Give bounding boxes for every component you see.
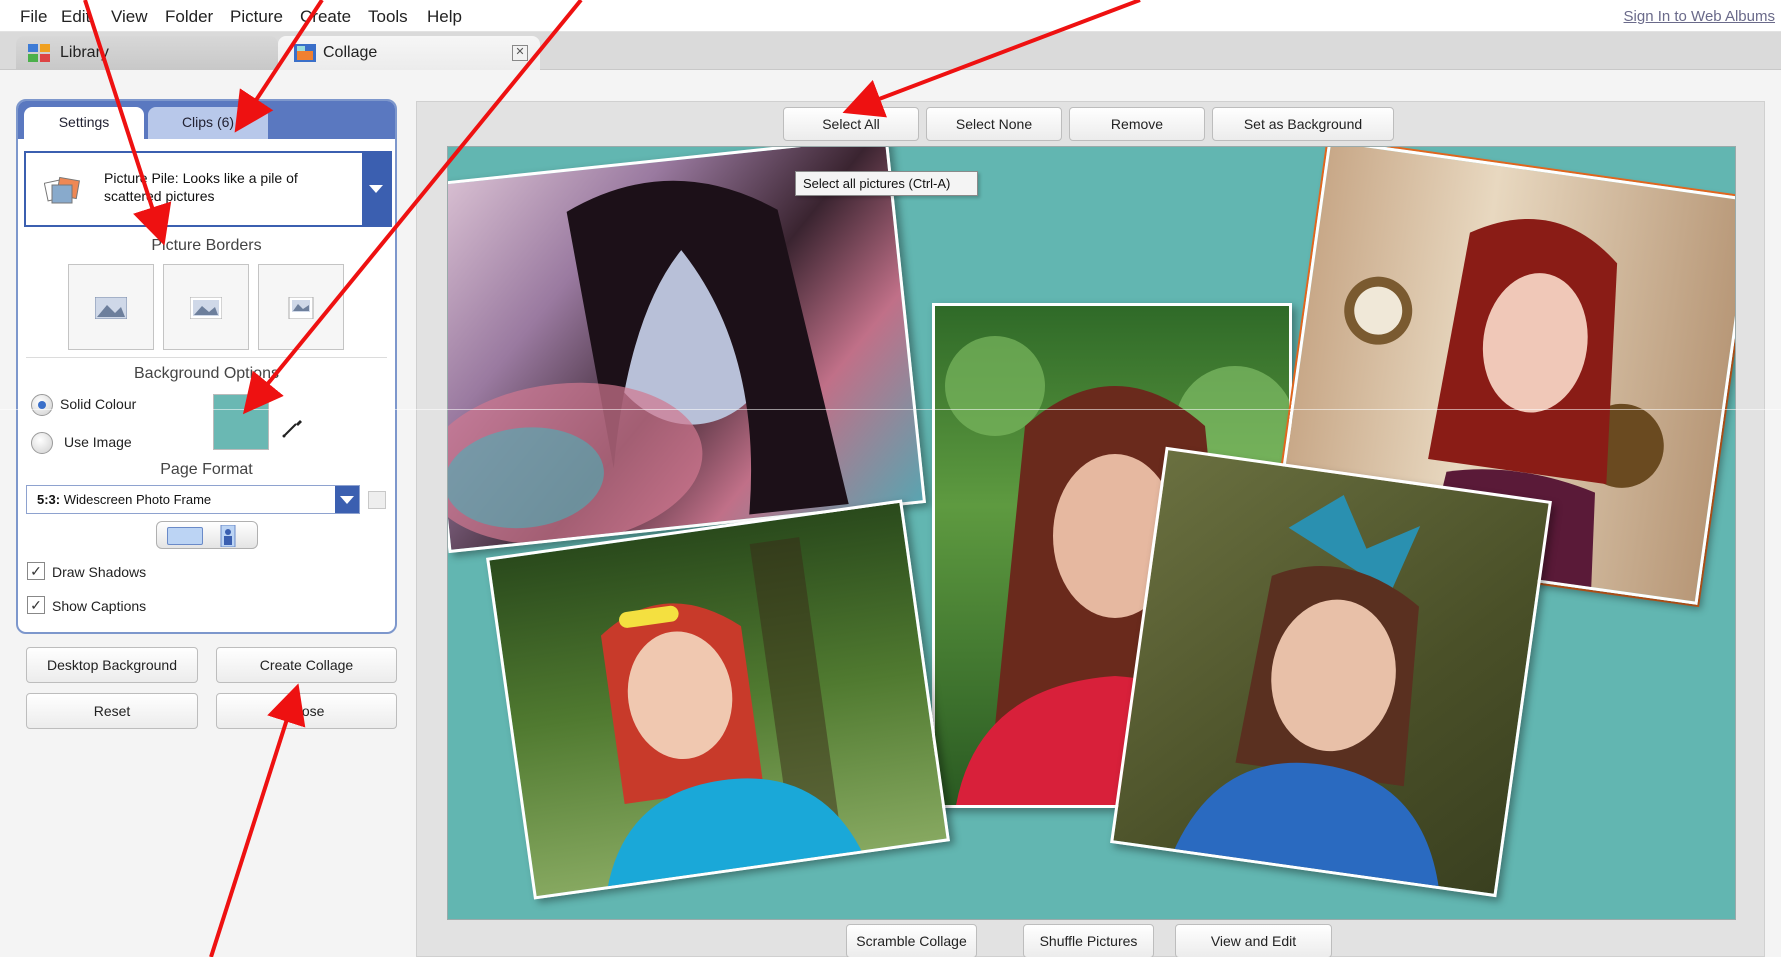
select-all-button[interactable]: Select All	[783, 107, 919, 141]
landscape-thumbnail-icon	[190, 297, 222, 319]
tab-collage[interactable]: Collage ✕	[278, 36, 540, 70]
show-captions-label: Show Captions	[52, 598, 147, 614]
tab-library-label: Library	[60, 44, 109, 61]
solid-colour-radio[interactable]	[31, 394, 53, 416]
library-icon	[28, 44, 50, 62]
landscape-thumbnail-icon	[288, 297, 314, 319]
eyedropper-icon[interactable]	[280, 414, 306, 440]
set-as-background-button[interactable]: Set as Background	[1212, 107, 1394, 141]
show-captions-checkbox[interactable]: ✓	[27, 596, 45, 614]
menu-create[interactable]: Create	[300, 7, 351, 27]
select-none-button[interactable]: Select None	[926, 107, 1062, 141]
tab-collage-label: Collage	[323, 44, 378, 61]
tab-clips[interactable]: Clips (6)	[148, 107, 268, 139]
collage-style-text: Picture Pile: Looks like a pile of scatt…	[104, 170, 298, 204]
page-format-dropdown[interactable]: 5:3: Widescreen Photo Frame	[26, 485, 360, 514]
panel-tab-bar: Settings Clips (6)	[18, 101, 395, 139]
menu-view[interactable]: View	[111, 7, 148, 27]
picture-pile-icon	[44, 176, 80, 204]
close-icon[interactable]: ✕	[512, 45, 528, 61]
menu-edit[interactable]: Edit	[61, 7, 90, 27]
desktop-background-button[interactable]: Desktop Background	[26, 647, 198, 683]
format-options-icon[interactable]	[368, 491, 386, 509]
create-collage-button[interactable]: Create Collage	[216, 647, 397, 683]
collage-style-dropdown[interactable]: Picture Pile: Looks like a pile of scatt…	[24, 151, 392, 227]
chevron-down-icon[interactable]	[362, 153, 390, 225]
close-button[interactable]: Close	[216, 693, 397, 729]
shuffle-pictures-button[interactable]: Shuffle Pictures	[1023, 924, 1154, 957]
scramble-collage-button[interactable]: Scramble Collage	[846, 924, 977, 957]
page-format-value: 5:3: Widescreen Photo Frame	[37, 492, 212, 507]
landscape-orientation-icon[interactable]	[167, 527, 203, 545]
background-color-swatch[interactable]	[213, 394, 269, 450]
collage-canvas[interactable]	[447, 146, 1736, 920]
collage-photo-5[interactable]	[1110, 446, 1552, 898]
annotation-arrow	[209, 683, 306, 957]
guide-line	[0, 409, 1781, 410]
border-option-polaroid[interactable]	[258, 264, 344, 350]
landscape-thumbnail-icon	[95, 297, 127, 319]
border-option-white[interactable]	[163, 264, 249, 350]
menu-tools[interactable]: Tools	[368, 7, 408, 27]
menu-help[interactable]: Help	[427, 7, 462, 27]
menu-picture[interactable]: Picture	[230, 7, 283, 27]
view-and-edit-button[interactable]: View and Edit	[1175, 924, 1332, 957]
draw-shadows-checkbox[interactable]: ✓	[27, 562, 45, 580]
use-image-label: Use Image	[64, 434, 132, 450]
collage-photo-1[interactable]	[448, 147, 927, 554]
select-all-tooltip: Select all pictures (Ctrl-A)	[795, 171, 978, 196]
sign-in-link[interactable]: Sign In to Web Albums	[1624, 8, 1775, 25]
tab-settings[interactable]: Settings	[24, 107, 144, 139]
reset-button[interactable]: Reset	[26, 693, 198, 729]
menu-folder[interactable]: Folder	[165, 7, 213, 27]
portrait-orientation-icon[interactable]	[219, 525, 237, 547]
remove-button[interactable]: Remove	[1069, 107, 1205, 141]
portrait-photo-image	[600, 537, 865, 893]
draw-shadows-label: Draw Shadows	[52, 564, 147, 580]
picture-borders-title: Picture Borders	[151, 237, 262, 254]
menu-file[interactable]: File	[20, 7, 47, 27]
portrait-photo-image	[448, 180, 849, 545]
collage-photo-4[interactable]	[486, 499, 950, 900]
chevron-down-icon[interactable]	[335, 486, 359, 513]
orientation-toggle[interactable]	[156, 521, 258, 549]
picasa-collage-window: File Edit View Folder Picture Create Too…	[0, 0, 1781, 957]
divider	[26, 357, 387, 358]
use-image-radio[interactable]	[31, 432, 53, 454]
menu-bar: File Edit View Folder Picture Create Too…	[0, 0, 1781, 32]
border-option-plain[interactable]	[68, 264, 154, 350]
background-options-title: Background Options	[134, 365, 279, 382]
portrait-photo-image	[1172, 495, 1440, 893]
tab-strip: Library Collage ✕	[0, 32, 1781, 70]
tab-library[interactable]: Library	[16, 36, 278, 70]
page-format-title: Page Format	[160, 461, 253, 478]
collage-icon	[294, 44, 316, 62]
settings-panel: Settings Clips (6) Picture Pile: Looks l…	[16, 99, 397, 634]
